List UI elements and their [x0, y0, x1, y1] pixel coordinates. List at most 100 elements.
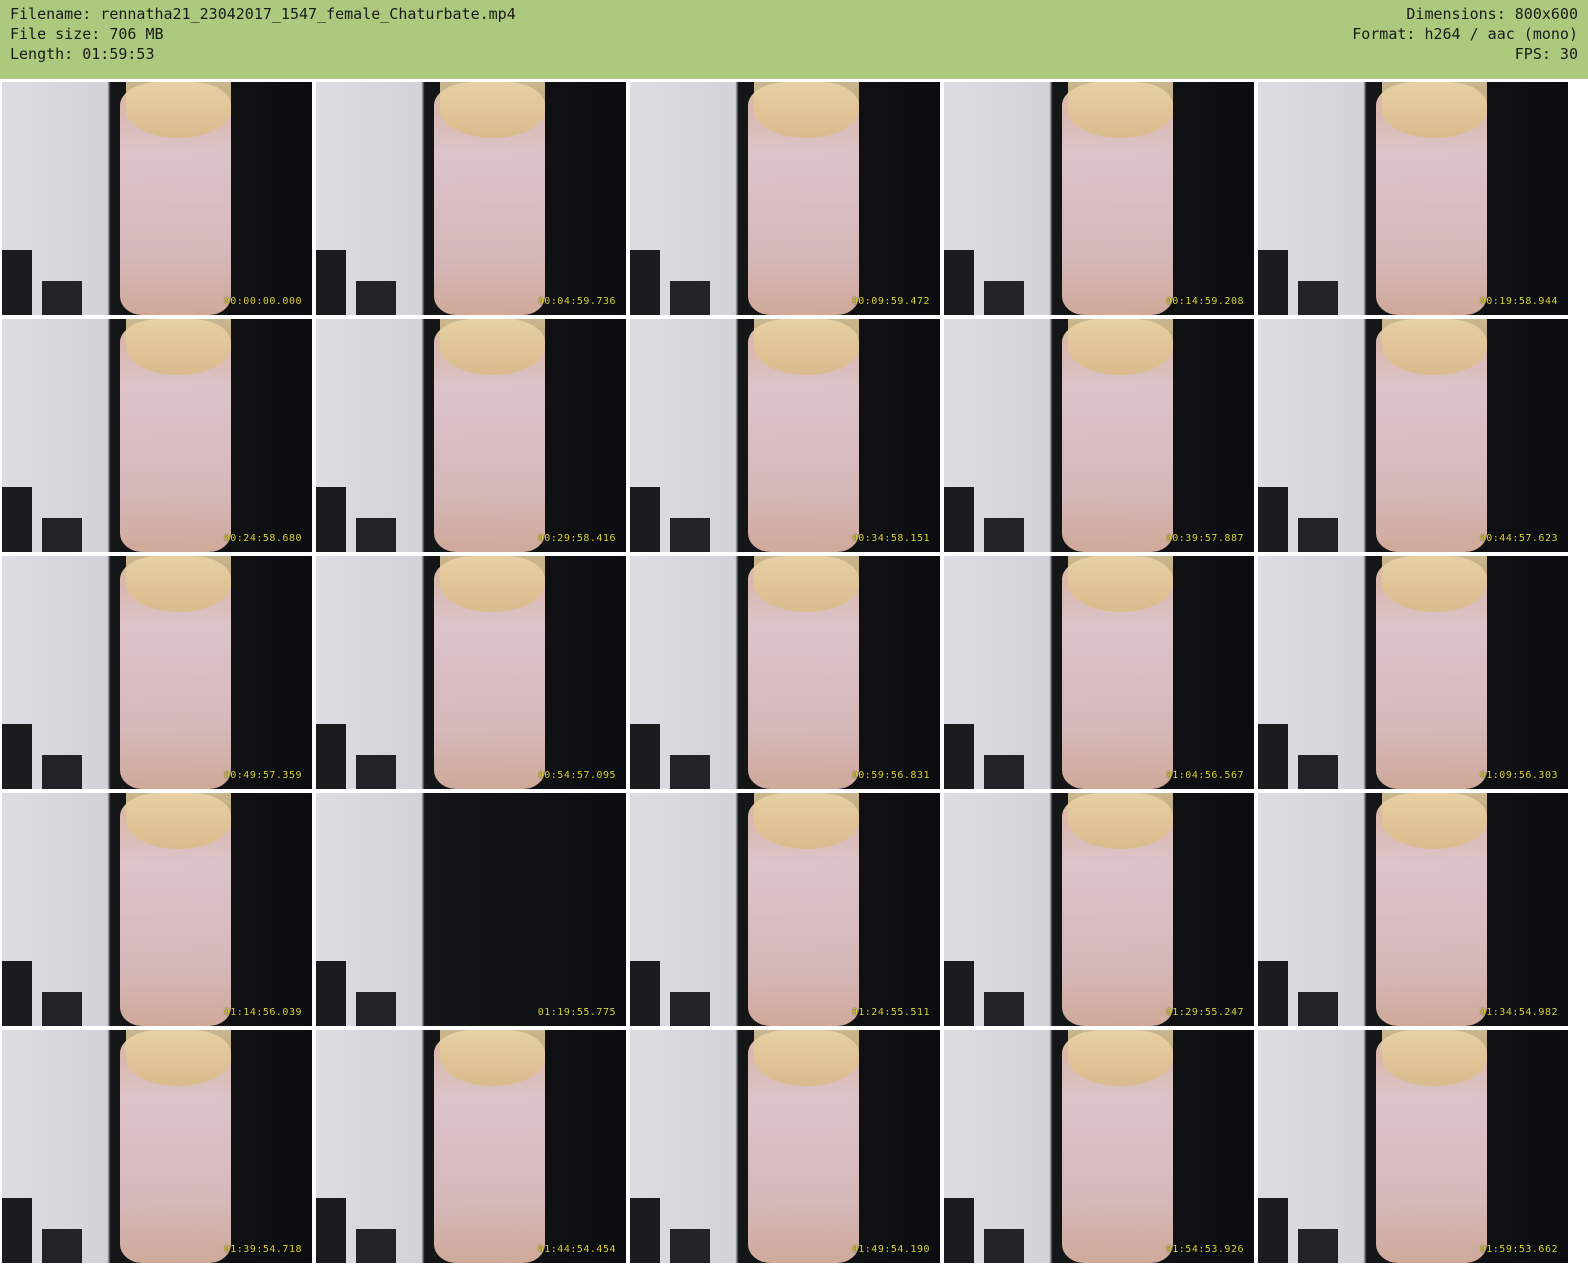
furniture-block — [944, 1198, 974, 1263]
thumbnail-frame[interactable]: 00:44:57.623 — [1258, 319, 1568, 552]
format-text: Format: h264 / aac (mono) — [1352, 25, 1578, 43]
hair-shape — [126, 82, 232, 138]
furniture-block — [944, 724, 974, 789]
thumbnail-frame[interactable]: 00:49:57.359 — [2, 556, 312, 789]
thumbnail-timestamp: 01:24:55.511 — [851, 1007, 930, 1018]
hair-shape — [1068, 793, 1174, 849]
furniture-shape — [316, 956, 396, 1026]
thumbnail-timestamp: 00:09:59.472 — [851, 296, 930, 307]
furniture-shape — [316, 1193, 396, 1263]
furniture-block — [356, 518, 396, 552]
hair-shape — [126, 556, 232, 612]
furniture-shape — [1258, 956, 1338, 1026]
furniture-block — [356, 1229, 396, 1263]
thumbnail-frame[interactable]: 00:59:56.831 — [630, 556, 940, 789]
furniture-block — [1258, 487, 1288, 552]
furniture-block — [316, 487, 346, 552]
furniture-shape — [944, 482, 1024, 552]
furniture-block — [630, 724, 660, 789]
furniture-block — [630, 487, 660, 552]
thumbnail-frame[interactable]: 01:19:55.775 — [316, 793, 626, 1026]
furniture-block — [1298, 281, 1338, 315]
length-text: Length: 01:59:53 — [10, 45, 155, 63]
furniture-block — [1298, 992, 1338, 1026]
thumbnail-timestamp: 00:04:59.736 — [537, 296, 616, 307]
hair-shape — [754, 319, 860, 375]
hair-shape — [440, 82, 546, 138]
hair-shape — [1382, 1030, 1488, 1086]
thumbnail-frame[interactable]: 00:39:57.887 — [944, 319, 1254, 552]
hair-shape — [440, 319, 546, 375]
furniture-block — [984, 518, 1024, 552]
thumbnail-frame[interactable]: 00:24:58.680 — [2, 319, 312, 552]
thumbnail-timestamp: 01:04:56.567 — [1165, 770, 1244, 781]
hair-shape — [126, 1030, 232, 1086]
thumbnail-timestamp: 00:19:58.944 — [1479, 296, 1558, 307]
furniture-block — [984, 755, 1024, 789]
info-right: Dimensions: 800x600 Format: h264 / aac (… — [1352, 4, 1578, 64]
thumbnail-timestamp: 00:49:57.359 — [223, 770, 302, 781]
thumbnail-frame[interactable]: 01:24:55.511 — [630, 793, 940, 1026]
thumbnail-frame[interactable]: 00:09:59.472 — [630, 82, 940, 315]
thumbnail-frame[interactable]: 01:09:56.303 — [1258, 556, 1568, 789]
furniture-block — [1298, 1229, 1338, 1263]
furniture-shape — [316, 245, 396, 315]
dimensions-text: Dimensions: 800x600 — [1406, 5, 1578, 23]
furniture-block — [316, 250, 346, 315]
hair-shape — [1382, 82, 1488, 138]
furniture-block — [670, 992, 710, 1026]
furniture-shape — [2, 719, 82, 789]
furniture-shape — [2, 482, 82, 552]
thumbnail-frame[interactable]: 01:59:53.662 — [1258, 1030, 1568, 1263]
furniture-shape — [944, 719, 1024, 789]
thumbnail-timestamp: 01:39:54.718 — [223, 1244, 302, 1255]
thumbnail-frame[interactable]: 00:00:00.000 — [2, 82, 312, 315]
thumbnail-frame[interactable]: 00:34:58.151 — [630, 319, 940, 552]
thumbnail-frame[interactable]: 01:34:54.982 — [1258, 793, 1568, 1026]
thumbnail-frame[interactable]: 01:54:53.926 — [944, 1030, 1254, 1263]
furniture-shape — [1258, 719, 1338, 789]
thumbnail-frame[interactable]: 01:14:56.039 — [2, 793, 312, 1026]
thumbnail-timestamp: 01:44:54.454 — [537, 1244, 616, 1255]
furniture-shape — [1258, 245, 1338, 315]
furniture-block — [670, 281, 710, 315]
filename-text: Filename: rennatha21_23042017_1547_femal… — [10, 5, 516, 23]
hair-shape — [754, 556, 860, 612]
hair-shape — [1382, 793, 1488, 849]
thumbnail-frame[interactable]: 01:29:55.247 — [944, 793, 1254, 1026]
furniture-shape — [2, 1193, 82, 1263]
thumbnail-frame[interactable]: 00:54:57.095 — [316, 556, 626, 789]
furniture-shape — [1258, 482, 1338, 552]
furniture-block — [944, 250, 974, 315]
hair-shape — [1382, 556, 1488, 612]
thumbnail-frame[interactable]: 01:39:54.718 — [2, 1030, 312, 1263]
thumbnail-timestamp: 00:44:57.623 — [1479, 533, 1558, 544]
filesize-text: File size: 706 MB — [10, 25, 164, 43]
furniture-block — [1258, 961, 1288, 1026]
furniture-block — [316, 1198, 346, 1263]
furniture-block — [2, 487, 32, 552]
thumbnail-timestamp: 01:59:53.662 — [1479, 1244, 1558, 1255]
thumbnail-frame[interactable]: 00:04:59.736 — [316, 82, 626, 315]
thumbnail-frame[interactable]: 01:04:56.567 — [944, 556, 1254, 789]
furniture-block — [1258, 1198, 1288, 1263]
furniture-shape — [630, 1193, 710, 1263]
thumbnail-timestamp: 00:00:00.000 — [223, 296, 302, 307]
thumbnail-frame[interactable]: 00:19:58.944 — [1258, 82, 1568, 315]
furniture-block — [2, 1198, 32, 1263]
thumbnail-timestamp: 00:14:59.208 — [1165, 296, 1244, 307]
thumbnail-timestamp: 00:24:58.680 — [223, 533, 302, 544]
fps-text: FPS: 30 — [1514, 45, 1578, 63]
thumbnail-frame[interactable]: 01:49:54.190 — [630, 1030, 940, 1263]
furniture-block — [2, 724, 32, 789]
thumbnail-timestamp: 00:29:58.416 — [537, 533, 616, 544]
hair-shape — [754, 82, 860, 138]
thumbnail-frame[interactable]: 00:14:59.208 — [944, 82, 1254, 315]
furniture-block — [42, 755, 82, 789]
thumbnail-frame[interactable]: 01:44:54.454 — [316, 1030, 626, 1263]
furniture-shape — [316, 482, 396, 552]
furniture-block — [984, 281, 1024, 315]
furniture-block — [1258, 724, 1288, 789]
thumbnail-frame[interactable]: 00:29:58.416 — [316, 319, 626, 552]
hair-shape — [1068, 82, 1174, 138]
